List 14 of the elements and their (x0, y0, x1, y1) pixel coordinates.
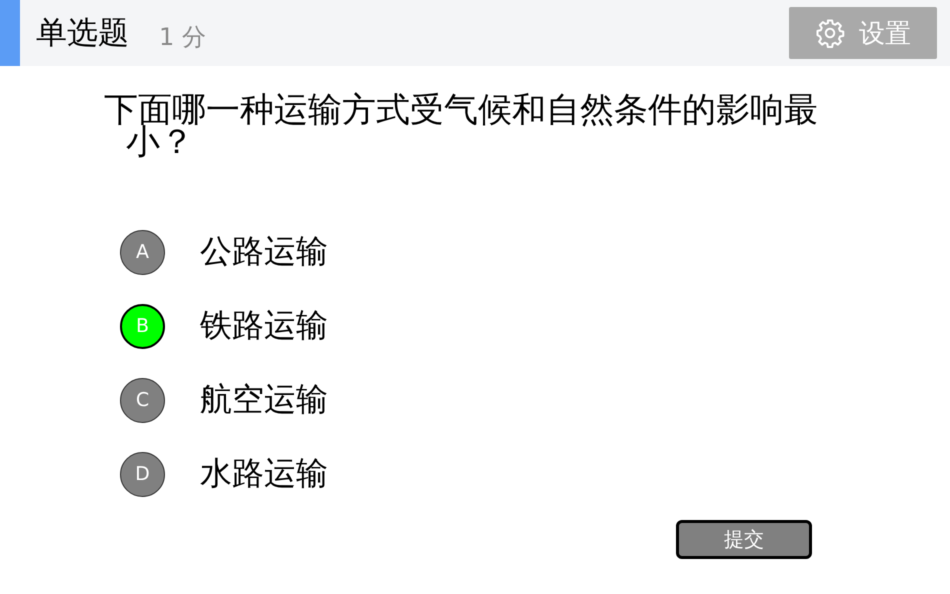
option-label[interactable]: 航空运输 (200, 378, 328, 422)
option-radio[interactable]: A (120, 230, 165, 274)
option-radio[interactable]: C (120, 378, 165, 422)
option-radio[interactable]: D (120, 452, 165, 496)
option-label[interactable]: 公路运输 (200, 230, 328, 274)
score-label: 1 分 (159, 22, 206, 53)
question-type-title: 单选题 (36, 14, 129, 53)
settings-button[interactable]: 设置 (789, 7, 937, 59)
option-label[interactable]: 水路运输 (200, 452, 328, 496)
accent-bar (0, 0, 20, 66)
submit-button[interactable]: 提交 (676, 520, 812, 559)
settings-icon (815, 18, 845, 48)
option-label[interactable]: 铁路运输 (200, 304, 328, 348)
question-text: 下面哪一种运输方式受气候和自然条件的影响最小？ (103, 94, 819, 158)
